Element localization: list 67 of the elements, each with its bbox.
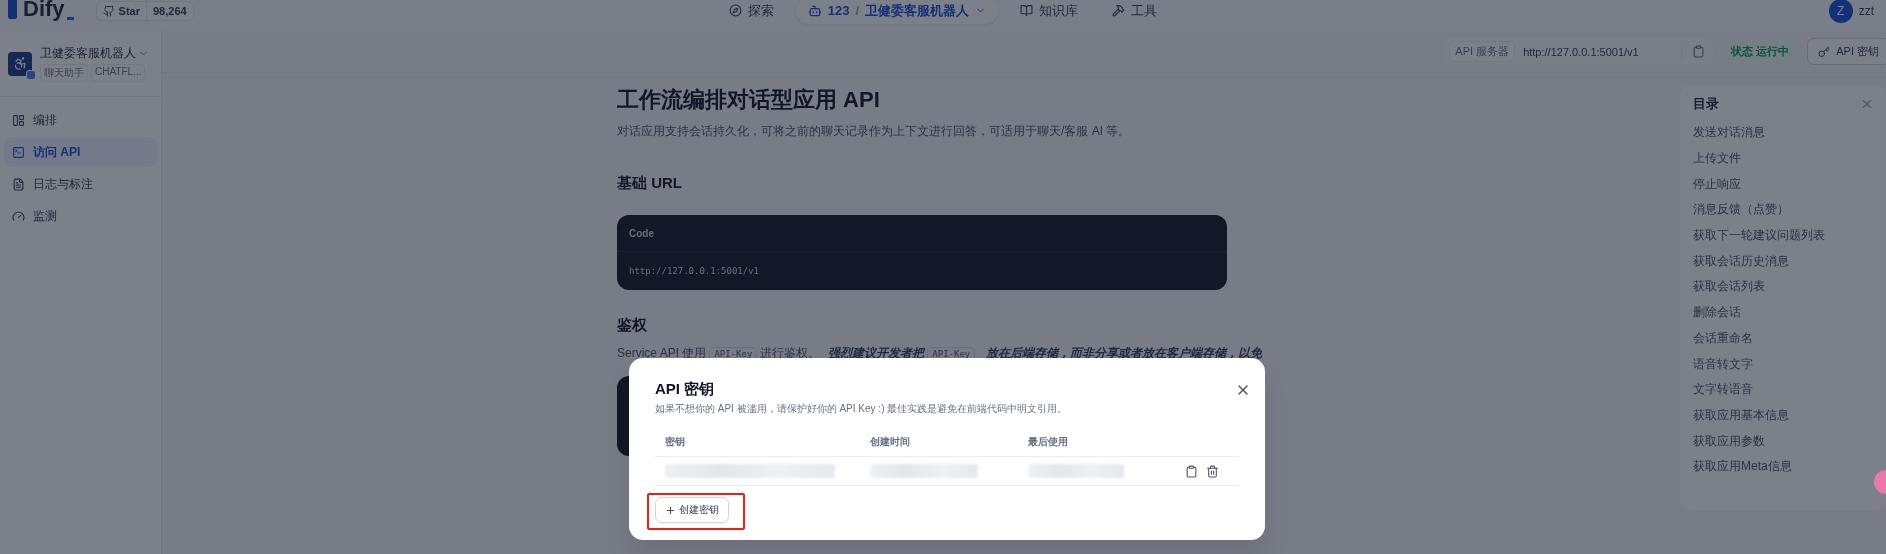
toc-link[interactable]: 消息反馈（点赞） [1693,197,1874,223]
clipboard-icon [1185,464,1198,478]
api-key-button[interactable]: API 密钥 [1807,38,1886,65]
toc-link[interactable]: 获取会话列表 [1693,274,1874,300]
user-name: zzt [1858,3,1874,18]
toc-link[interactable]: 上传文件 [1693,145,1874,172]
sidebar-item[interactable]: 监测 [4,201,157,231]
close-icon [1860,97,1874,111]
nav-link[interactable]: 探索 [716,0,786,24]
plus-icon [665,504,676,516]
app-selector[interactable]: 123 / 卫健委客服机器人 [795,0,999,24]
server-label: API 服务器 [1449,41,1516,62]
toc-link[interactable]: 获取应用基本信息 [1693,402,1874,429]
star-widget[interactable]: Star 98,264 [95,0,194,21]
toc-link[interactable]: 语音转文字 [1693,351,1874,377]
robot-icon [807,3,822,18]
toc-link[interactable]: 停止响应 [1693,171,1874,198]
sidebar-item[interactable]: 编排 [4,105,157,135]
create-key-button[interactable]: 创建密钥 [655,497,729,523]
toc-link[interactable]: 删除会话 [1693,299,1874,326]
server-url: http://127.0.0.1:5001/v1 [1523,45,1640,58]
column-header: 最后使用 [1028,435,1069,449]
star-button[interactable]: Star [96,1,147,20]
dialog-title: API 密钥 [655,380,715,399]
toc-link[interactable]: 文字转语音 [1693,376,1874,403]
page-description: 对话应用支持会话持久化，可将之前的聊天记录作为上下文进行回答，可适用于聊天/客服 AI 等。 [617,123,1132,140]
app-tag: CHATFL... [91,64,146,82]
terminal-icon [12,145,25,159]
trash-icon [1206,464,1219,478]
toc-link[interactable]: 获取应用Meta信息 [1693,453,1874,480]
copy-button[interactable] [1185,464,1198,478]
app-tag: 聊天助手 [40,64,88,82]
nav-link[interactable]: 工具 [1100,0,1170,24]
app-type-badge [26,69,36,80]
toc-link[interactable]: 获取应用参数 [1693,428,1874,454]
toc-link[interactable]: 获取会话历史消息 [1693,248,1874,275]
github-icon [102,4,115,17]
compass-icon [728,4,742,17]
star-count: 98,264 [151,3,188,19]
nav-link[interactable]: 知识库 [1008,0,1091,24]
delete-button[interactable] [1206,464,1219,478]
toc-link[interactable]: 获取下一轮建议问题列表 [1693,222,1874,249]
sidebar-item[interactable]: 日志与标注 [4,169,157,199]
app-name: 卫健委客服机器人 [40,45,136,62]
page-title: 工作流编排对话型应用 API [617,86,881,114]
status-badge: 状态 运行中 [1721,39,1800,64]
toc-link[interactable]: 发送对话消息 [1693,120,1874,146]
user-avatar[interactable]: Z [1828,0,1853,23]
section-heading: 基础 URL [617,174,683,193]
layout-icon [12,113,25,127]
column-header: 密钥 [665,435,686,449]
logo[interactable]: Dify [8,0,74,22]
code-label: Code [629,227,654,239]
document-icon [12,177,25,191]
dialog-description: 如果不想你的 API 被滥用，请保护好你的 API Key :) 最佳实践是避免在前端代码中明文引用。 [655,402,1069,416]
section-heading: 鉴权 [617,316,648,335]
hammer-icon [1112,4,1126,17]
key-icon [1818,45,1831,58]
gauge-icon [12,209,25,223]
book-icon [1020,4,1034,17]
toc-title: 目录 [1693,95,1719,113]
code-text: http://127.0.0.1:5001/v1 [629,266,760,276]
column-header: 创建时间 [870,435,911,449]
accessibility-icon [12,56,28,71]
clipboard-icon [1692,45,1706,58]
toc-link[interactable]: 会话重命名 [1693,325,1874,352]
sidebar-item[interactable]: 访问 API [4,137,157,167]
